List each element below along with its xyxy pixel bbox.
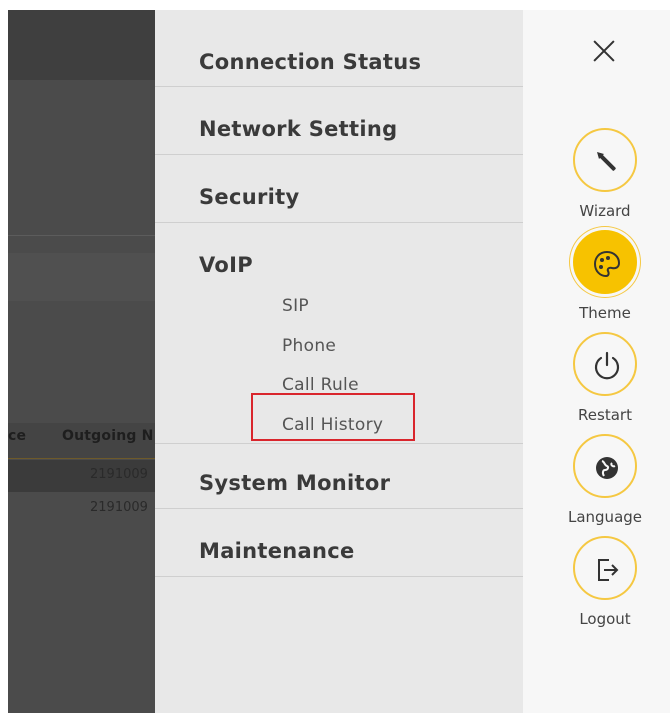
theme-icon-circle [573, 230, 637, 294]
divider [8, 235, 155, 236]
right-toolbar: Wizard Theme Restart Language Logout [523, 10, 670, 713]
menu-item-label: Security [199, 185, 300, 209]
logout-icon [598, 559, 619, 581]
theme-button[interactable]: Theme [557, 230, 653, 322]
logout-icon-circle [573, 536, 637, 600]
call-history-highlight-box [251, 393, 415, 441]
background-header [8, 10, 155, 80]
submenu-item-call-rule[interactable]: Call Rule [282, 375, 359, 395]
menu-item-label: Network Setting [199, 117, 398, 141]
restart-button[interactable]: Restart [557, 332, 653, 424]
restart-label: Restart [578, 406, 632, 424]
power-icon [594, 351, 620, 380]
menu-item-label: VoIP [199, 253, 253, 277]
table-header-cell: Outgoing N [62, 428, 154, 444]
language-icon-circle [573, 434, 637, 498]
table-row: 2191009 [8, 493, 155, 525]
restart-icon-circle [573, 332, 637, 396]
wizard-label: Wizard [579, 202, 631, 220]
menu-item-maintenance[interactable]: Maintenance [155, 510, 523, 577]
submenu-item-phone[interactable]: Phone [282, 336, 336, 356]
language-button[interactable]: Language [557, 434, 653, 526]
wizard-button[interactable]: Wizard [557, 128, 653, 220]
globe-icon [596, 457, 618, 479]
menu-item-network-setting[interactable]: Network Setting [155, 88, 523, 155]
table-header-cell: ce [8, 428, 27, 444]
menu-item-security[interactable]: Security [155, 156, 523, 223]
table-cell: 2191009 [90, 500, 148, 515]
table-row: 2191009 [8, 460, 155, 492]
menu-item-system-monitor[interactable]: System Monitor [155, 442, 523, 509]
menu-item-label: Connection Status [199, 50, 422, 74]
language-label: Language [567, 508, 643, 526]
wand-icon [597, 152, 616, 171]
palette-icon [593, 250, 621, 278]
background-page-overlay: ce Outgoing N 2191009 2191009 [8, 10, 155, 713]
menu-item-connection-status[interactable]: Connection Status [155, 20, 523, 87]
logout-button[interactable]: Logout [557, 536, 653, 628]
submenu-item-sip[interactable]: SIP [282, 296, 309, 316]
background-band [8, 253, 155, 301]
close-icon[interactable] [589, 36, 619, 66]
logout-label: Logout [579, 610, 631, 628]
menu-item-label: System Monitor [199, 471, 391, 495]
theme-label: Theme [579, 304, 631, 322]
navigation-menu: Connection Status Network Setting Securi… [155, 10, 523, 713]
table-cell: 2191009 [90, 467, 148, 482]
wizard-icon-circle [573, 128, 637, 192]
menu-item-label: Maintenance [199, 539, 355, 563]
